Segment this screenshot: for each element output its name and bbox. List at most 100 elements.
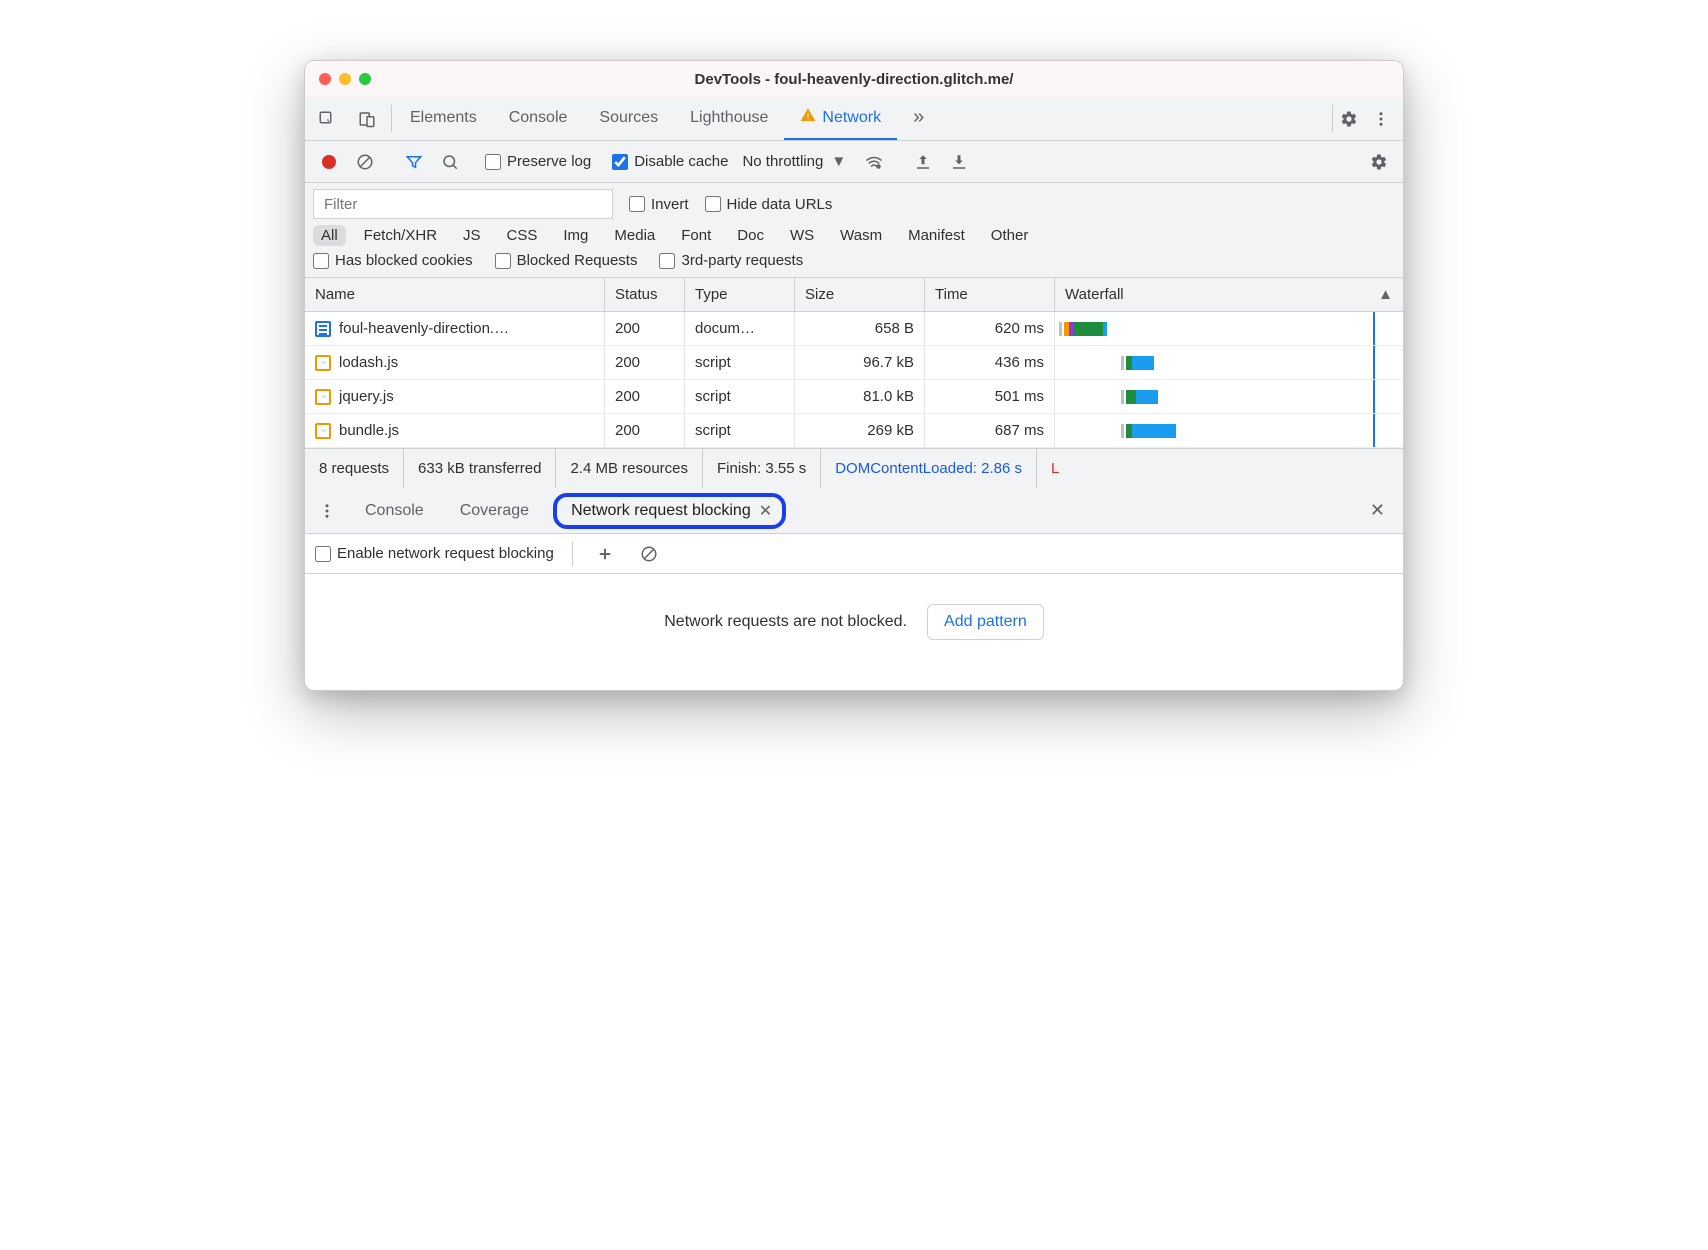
add-pattern-button[interactable]: Add pattern xyxy=(927,604,1044,640)
more-tabs-button[interactable]: » xyxy=(897,97,940,140)
chevron-down-icon: ▼ xyxy=(831,153,846,170)
col-status[interactable]: Status xyxy=(605,278,685,311)
table-row[interactable]: lodash.js200script96.7 kB436 ms xyxy=(305,346,1403,380)
invert-checkbox[interactable]: Invert xyxy=(629,196,689,213)
request-time: 501 ms xyxy=(925,380,1055,413)
has-blocked-cookies-checkbox[interactable]: Has blocked cookies xyxy=(313,252,473,269)
window-title: DevTools - foul-heavenly-direction.glitc… xyxy=(305,71,1403,88)
record-button[interactable] xyxy=(315,148,343,176)
clear-icon[interactable] xyxy=(351,148,379,176)
close-drawer-icon[interactable]: ✕ xyxy=(1370,500,1385,520)
blocked-requests-checkbox[interactable]: Blocked Requests xyxy=(495,252,638,269)
chip-doc[interactable]: Doc xyxy=(729,225,772,246)
remove-all-icon[interactable] xyxy=(635,540,663,568)
request-type: docum… xyxy=(685,312,795,345)
request-name: jquery.js xyxy=(339,388,394,405)
chip-font[interactable]: Font xyxy=(673,225,719,246)
chip-wasm[interactable]: Wasm xyxy=(832,225,890,246)
filter-icon[interactable] xyxy=(400,148,428,176)
chip-ws[interactable]: WS xyxy=(782,225,822,246)
request-waterfall xyxy=(1055,312,1403,345)
table-row[interactable]: jquery.js200script81.0 kB501 ms xyxy=(305,380,1403,414)
chip-js[interactable]: JS xyxy=(455,225,489,246)
col-waterfall[interactable]: Waterfall ▲ xyxy=(1055,278,1403,311)
traffic-lights xyxy=(319,73,371,85)
request-size: 269 kB xyxy=(795,414,925,447)
not-blocked-message: Network requests are not blocked. xyxy=(664,613,907,631)
preserve-log-checkbox[interactable]: Preserve log xyxy=(485,153,591,170)
network-settings-icon[interactable] xyxy=(1365,148,1393,176)
hide-data-urls-checkbox[interactable]: Hide data URLs xyxy=(705,196,833,213)
minimize-window-button[interactable] xyxy=(339,73,351,85)
third-party-checkbox[interactable]: 3rd-party requests xyxy=(659,252,803,269)
status-dcl: DOMContentLoaded: 2.86 s xyxy=(821,449,1037,488)
tab-console[interactable]: Console xyxy=(493,97,584,140)
request-type: script xyxy=(685,380,795,413)
enable-blocking-checkbox[interactable]: Enable network request blocking xyxy=(315,545,554,562)
chip-manifest[interactable]: Manifest xyxy=(900,225,973,246)
blocking-toolbar: Enable network request blocking xyxy=(305,534,1403,574)
col-time[interactable]: Time xyxy=(925,278,1055,311)
chip-css[interactable]: CSS xyxy=(499,225,546,246)
request-time: 620 ms xyxy=(925,312,1055,345)
status-finish: Finish: 3.55 s xyxy=(703,449,821,488)
drawer-tab-console[interactable]: Console xyxy=(353,498,436,524)
drawer-tab-network-request-blocking[interactable]: Network request blocking ✕ xyxy=(553,493,786,529)
document-icon xyxy=(315,321,331,337)
request-waterfall xyxy=(1055,380,1403,413)
settings-icon[interactable] xyxy=(1335,105,1363,133)
chip-all[interactable]: All xyxy=(313,225,346,246)
add-pattern-icon[interactable] xyxy=(591,540,619,568)
blocking-empty-state: Network requests are not blocked. Add pa… xyxy=(305,574,1403,690)
request-size: 81.0 kB xyxy=(795,380,925,413)
status-bar: 8 requests 633 kB transferred 2.4 MB res… xyxy=(305,448,1403,488)
search-icon[interactable] xyxy=(436,148,464,176)
tab-network[interactable]: Network xyxy=(784,97,897,140)
close-tab-icon[interactable]: ✕ xyxy=(759,501,772,521)
network-conditions-icon[interactable] xyxy=(860,148,888,176)
kebab-menu-icon[interactable] xyxy=(1367,105,1395,133)
close-window-button[interactable] xyxy=(319,73,331,85)
col-waterfall-label: Waterfall xyxy=(1065,286,1124,303)
disable-cache-checkbox[interactable]: Disable cache xyxy=(612,153,728,170)
col-type[interactable]: Type xyxy=(685,278,795,311)
tab-lighthouse[interactable]: Lighthouse xyxy=(674,97,784,140)
table-row[interactable]: foul-heavenly-direction.…200docum…658 B6… xyxy=(305,312,1403,346)
filter-bar: Invert Hide data URLs All Fetch/XHR JS C… xyxy=(305,183,1403,278)
request-size: 96.7 kB xyxy=(795,346,925,379)
chip-img[interactable]: Img xyxy=(555,225,596,246)
request-name: lodash.js xyxy=(339,354,398,371)
tab-sources[interactable]: Sources xyxy=(583,97,674,140)
chip-other[interactable]: Other xyxy=(983,225,1037,246)
request-name: bundle.js xyxy=(339,422,399,439)
col-name[interactable]: Name xyxy=(305,278,605,311)
type-filter-chips: All Fetch/XHR JS CSS Img Media Font Doc … xyxy=(313,225,1395,246)
request-type: script xyxy=(685,346,795,379)
drawer-tab-coverage[interactable]: Coverage xyxy=(448,498,541,524)
zoom-window-button[interactable] xyxy=(359,73,371,85)
request-waterfall xyxy=(1055,346,1403,379)
status-resources: 2.4 MB resources xyxy=(556,449,703,488)
download-har-icon[interactable] xyxy=(945,148,973,176)
col-size[interactable]: Size xyxy=(795,278,925,311)
chip-fetch[interactable]: Fetch/XHR xyxy=(356,225,445,246)
upload-har-icon[interactable] xyxy=(909,148,937,176)
devtools-window: DevTools - foul-heavenly-direction.glitc… xyxy=(304,60,1404,691)
table-row[interactable]: bundle.js200script269 kB687 ms xyxy=(305,414,1403,448)
filter-input[interactable] xyxy=(313,189,613,219)
device-toolbar-icon[interactable] xyxy=(353,105,381,133)
request-type: script xyxy=(685,414,795,447)
sort-indicator-icon: ▲ xyxy=(1378,286,1393,303)
table-header: Name Status Type Size Time Waterfall ▲ xyxy=(305,278,1403,312)
inspect-element-icon[interactable] xyxy=(313,105,341,133)
request-time: 436 ms xyxy=(925,346,1055,379)
status-requests: 8 requests xyxy=(305,449,404,488)
drawer-menu-icon[interactable] xyxy=(313,497,341,525)
tab-elements[interactable]: Elements xyxy=(394,97,493,140)
throttling-select[interactable]: No throttling ▼ xyxy=(736,153,852,170)
warning-icon xyxy=(800,107,816,128)
request-name: foul-heavenly-direction.… xyxy=(339,320,509,337)
status-load: L xyxy=(1037,449,1073,488)
script-icon xyxy=(315,355,331,371)
chip-media[interactable]: Media xyxy=(606,225,663,246)
